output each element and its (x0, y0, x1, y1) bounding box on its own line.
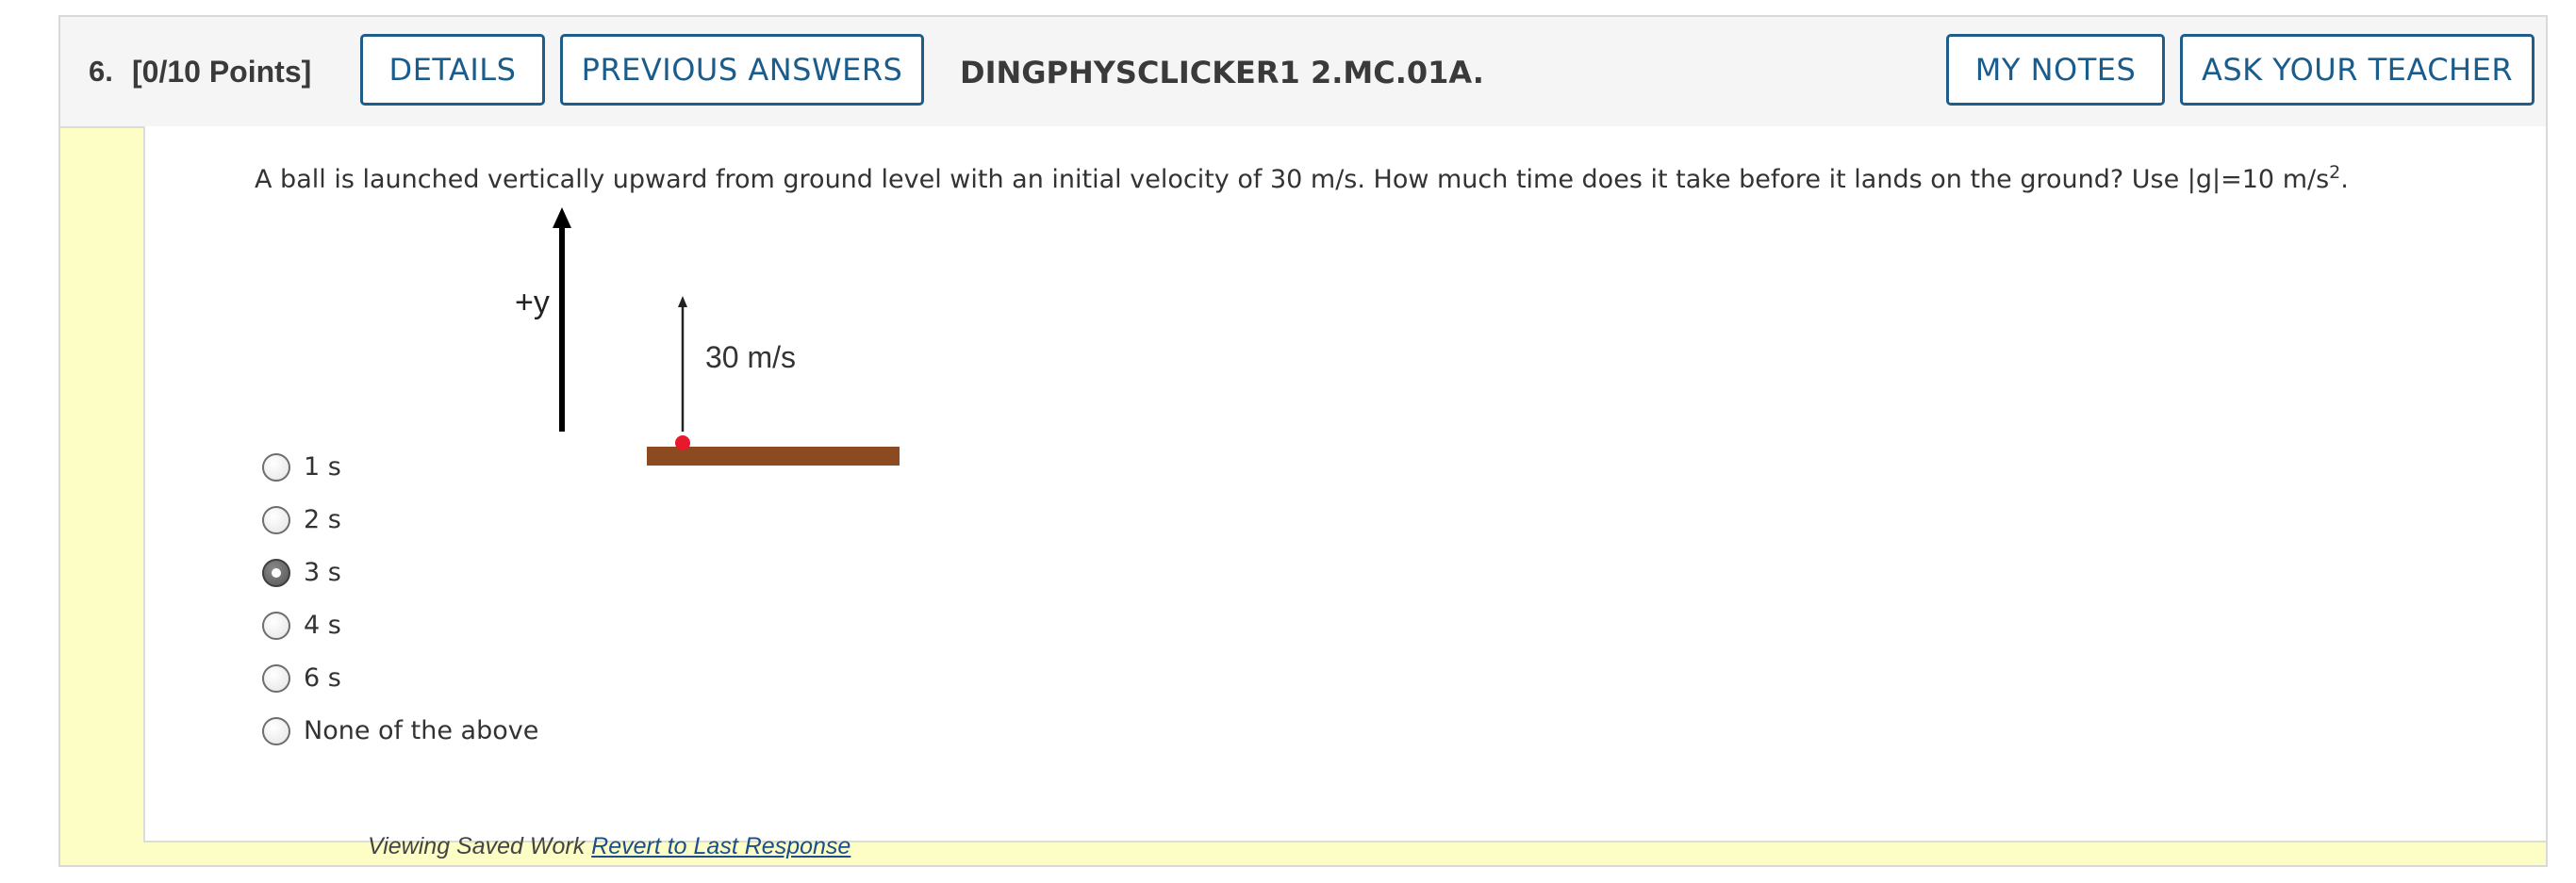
radio-button-icon[interactable] (262, 716, 290, 745)
choice-4s[interactable]: 4 s (262, 611, 341, 640)
ball (675, 435, 690, 450)
choice-label: 6 s (304, 663, 341, 693)
choice-label: 2 s (304, 505, 341, 534)
question-text-main: A ball is launched vertically upward fro… (255, 165, 2330, 194)
y-axis-label: +y (515, 285, 550, 320)
ask-your-teacher-button[interactable]: ASK YOUR TEACHER (2180, 34, 2535, 106)
choice-label: 3 s (304, 558, 341, 587)
choice-label: 1 s (304, 452, 341, 482)
radio-button-icon[interactable] (262, 452, 290, 482)
question-header: 6. [0/10 Points] DETAILS PREVIOUS ANSWER… (60, 17, 2546, 128)
choice-6s[interactable]: 6 s (262, 663, 341, 693)
my-notes-button[interactable]: MY NOTES (1946, 34, 2165, 106)
choice-1s[interactable]: 1 s (262, 452, 341, 482)
saved-work-status: Viewing Saved Work Revert to Last Respon… (368, 833, 850, 860)
radio-button-icon[interactable] (262, 663, 290, 693)
choice-3s[interactable]: 3 s (262, 558, 341, 587)
choice-none-of-the-above[interactable]: None of the above (262, 716, 538, 745)
radio-button-icon[interactable] (262, 611, 290, 640)
question-card: 6. [0/10 Points] DETAILS PREVIOUS ANSWER… (58, 15, 2548, 867)
revert-to-last-response-link[interactable]: Revert to Last Response (591, 833, 850, 859)
question-text-end: . (2340, 165, 2349, 194)
assignment-code: DINGPHYSCLICKER1 2.MC.01A. (960, 55, 1484, 90)
choice-label: 4 s (304, 611, 341, 640)
velocity-arrow (678, 296, 687, 432)
choice-2s[interactable]: 2 s (262, 505, 341, 534)
radio-button-icon[interactable] (262, 505, 290, 534)
saved-work-text: Viewing Saved Work (368, 833, 586, 859)
radio-button-selected-icon[interactable] (262, 558, 290, 587)
question-text: A ball is launched vertically upward fro… (255, 162, 2349, 194)
question-points: [0/10 Points] (132, 55, 312, 89)
question-text-exponent: 2 (2329, 162, 2341, 183)
projectile-figure: +y 30 m/s (515, 207, 900, 466)
question-number: 6. (89, 55, 113, 88)
y-axis-arrow (553, 207, 571, 432)
details-button[interactable]: DETAILS (360, 34, 545, 106)
question-content: A ball is launched vertically upward fro… (143, 126, 2546, 842)
choice-label: None of the above (304, 716, 539, 745)
velocity-label: 30 m/s (705, 340, 796, 374)
previous-answers-button[interactable]: PREVIOUS ANSWERS (560, 34, 924, 106)
